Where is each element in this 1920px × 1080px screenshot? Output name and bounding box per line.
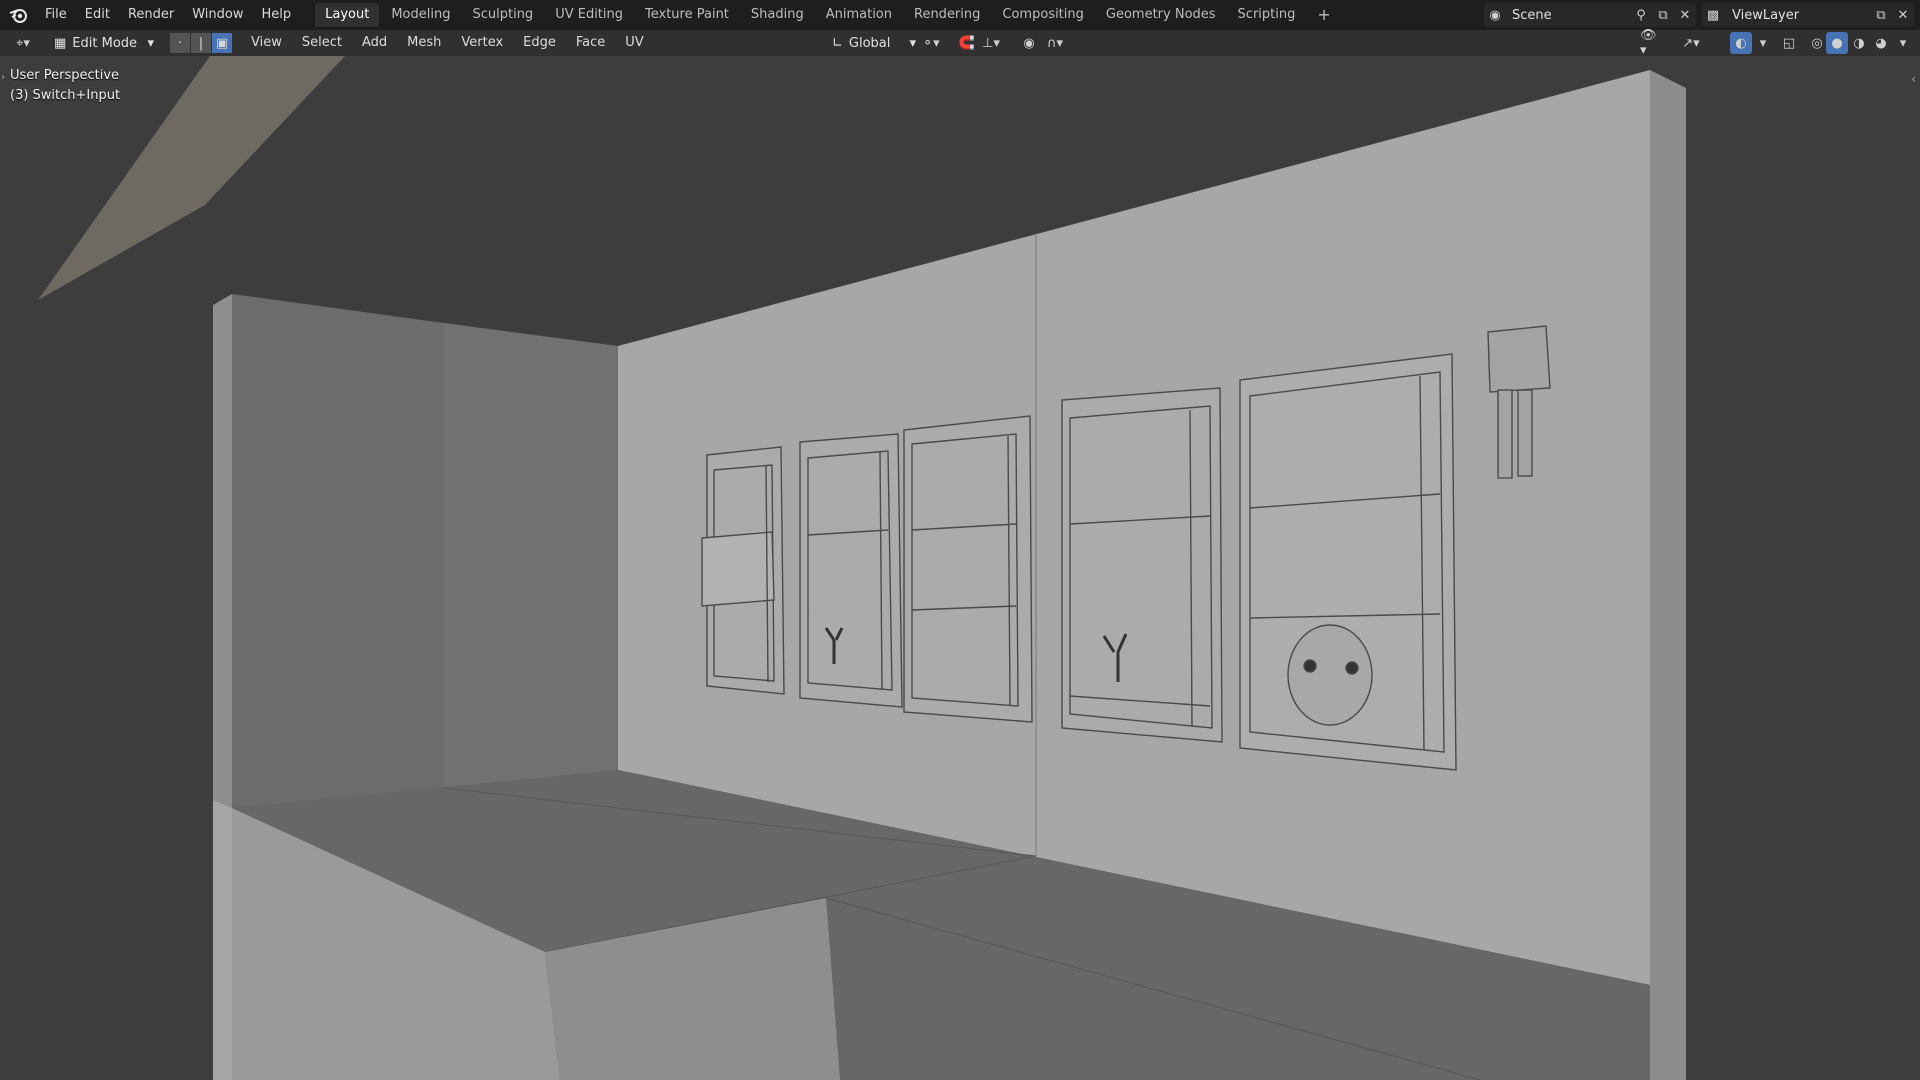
close-icon[interactable]: ✕	[1674, 4, 1696, 26]
xray-icon[interactable]: ◱	[1778, 32, 1800, 54]
vertex-select-icon[interactable]: ·	[170, 33, 190, 53]
add-workspace-button[interactable]: +	[1307, 3, 1340, 27]
3d-viewport[interactable]: User Perspective (3) Switch+Input › ‹	[0, 56, 1920, 1080]
edit-mode-icon: ▦	[54, 35, 67, 51]
orientation-label: Global	[848, 35, 891, 51]
solid-shading-icon[interactable]: ●	[1826, 32, 1848, 54]
switch-plate-4-with-socket	[1061, 387, 1223, 743]
menu-edit[interactable]: Edit	[76, 0, 119, 30]
snap-icon[interactable]: 🧲	[956, 32, 978, 54]
menu-edge[interactable]: Edge	[513, 30, 566, 56]
top-bar: File Edit Render Window Help Layout Mode…	[0, 0, 1920, 30]
pivot-point-icon[interactable]: ⚬▾	[920, 32, 942, 54]
view-layer-selector[interactable]: ▩ ViewLayer ⧉ ✕	[1702, 3, 1914, 27]
visibility-icon[interactable]: 👁▾	[1640, 28, 1662, 58]
blender-window: File Edit Render Window Help Layout Mode…	[0, 0, 1920, 1080]
new-scene-icon[interactable]: ⧉	[1652, 4, 1674, 26]
close-icon[interactable]: ✕	[1892, 4, 1914, 26]
mode-label: Edit Mode	[72, 35, 138, 51]
switch-plate-1	[701, 446, 785, 695]
switch-plate-3	[903, 415, 1033, 723]
tab-uv-editing[interactable]: UV Editing	[545, 3, 633, 27]
switch-plate-2-with-socket	[799, 433, 903, 708]
chevron-down-icon: ▾	[909, 35, 916, 51]
menu-file[interactable]: File	[36, 0, 76, 30]
tab-rendering[interactable]: Rendering	[904, 3, 990, 27]
menu-render[interactable]: Render	[119, 0, 183, 30]
view-layer-icon: ▩	[1706, 7, 1720, 23]
socket-plate-round	[1239, 353, 1457, 771]
scene-icon: ◉	[1489, 7, 1501, 23]
menu-uv[interactable]: UV	[615, 30, 653, 56]
perspective-label: User Perspective	[10, 68, 120, 83]
editor-type-icon[interactable]: ⌖▾	[8, 32, 38, 54]
tab-shading[interactable]: Shading	[741, 3, 814, 27]
tab-scripting[interactable]: Scripting	[1228, 3, 1306, 27]
expand-sidebar-icon[interactable]: ‹	[1911, 72, 1916, 86]
wireframe-shading-icon[interactable]: ◎	[1806, 32, 1828, 54]
menu-mesh[interactable]: Mesh	[397, 30, 451, 56]
tab-animation[interactable]: Animation	[816, 3, 902, 27]
left-wall-edge	[213, 294, 232, 808]
face-select-icon[interactable]: ▣	[212, 33, 232, 53]
new-view-layer-icon[interactable]: ⧉	[1870, 4, 1892, 26]
proportional-editing-icon[interactable]: ◉	[1018, 32, 1040, 54]
active-object-label: (3) Switch+Input	[10, 88, 121, 103]
mode-dropdown[interactable]: ▦ Edit Mode ▾	[46, 32, 162, 54]
tab-sculpting[interactable]: Sculpting	[462, 3, 543, 27]
viewport-info-overlay: User Perspective (3) Switch+Input	[10, 66, 120, 106]
menu-select[interactable]: Select	[292, 30, 352, 56]
left-wall-inner	[444, 323, 618, 788]
select-mode-group: · | ▣	[170, 33, 233, 53]
overlay-icon[interactable]: ◐	[1730, 32, 1752, 54]
menu-window[interactable]: Window	[183, 0, 252, 30]
menu-face[interactable]: Face	[566, 30, 615, 56]
scene-selector[interactable]: ◉ Scene ⚲ ⧉ ✕	[1484, 3, 1696, 27]
tab-compositing[interactable]: Compositing	[992, 3, 1094, 27]
gizmo-icon[interactable]: ↗▾	[1680, 32, 1702, 54]
menu-help[interactable]: Help	[253, 0, 301, 30]
pin-icon[interactable]: ⚲	[1630, 4, 1652, 26]
overlay-dropdown-icon[interactable]: ▾	[1752, 32, 1774, 54]
menu-add[interactable]: Add	[352, 30, 397, 56]
viewport-header: ⌖▾ ▦ Edit Mode ▾ · | ▣ View Select Add M…	[0, 28, 1920, 58]
snap-target-icon[interactable]: ⊥▾	[980, 32, 1002, 54]
back-wall-edge	[1650, 70, 1686, 1080]
menu-vertex[interactable]: Vertex	[451, 30, 513, 56]
material-shading-icon[interactable]: ◑	[1848, 32, 1870, 54]
tab-geometry-nodes[interactable]: Geometry Nodes	[1096, 3, 1226, 27]
expand-toolbar-icon[interactable]: ›	[1, 72, 5, 83]
scene-name: Scene	[1512, 7, 1552, 23]
transform-orientation-dropdown[interactable]: ∟ Global ▾	[824, 32, 924, 54]
tab-modeling[interactable]: Modeling	[381, 3, 460, 27]
scene-render	[0, 56, 1920, 1080]
blender-logo-icon[interactable]	[0, 0, 36, 30]
rendered-shading-icon[interactable]: ◕	[1870, 32, 1892, 54]
falloff-icon[interactable]: ∩▾	[1044, 32, 1066, 54]
tab-texture-paint[interactable]: Texture Paint	[635, 3, 739, 27]
view-layer-name: ViewLayer	[1732, 7, 1800, 23]
shading-dropdown-icon[interactable]: ▾	[1892, 32, 1914, 54]
chevron-down-icon: ▾	[147, 35, 154, 51]
orientation-icon: ∟	[832, 35, 843, 51]
menu-view[interactable]: View	[241, 30, 292, 56]
left-wall	[232, 294, 444, 808]
edge-select-icon[interactable]: |	[191, 33, 211, 53]
tab-layout[interactable]: Layout	[315, 3, 380, 27]
